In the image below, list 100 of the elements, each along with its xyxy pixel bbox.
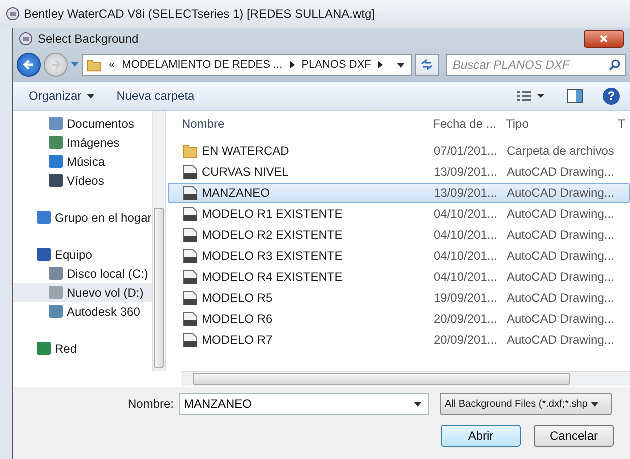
sidebar-item[interactable]: Autodesk 360 (13, 302, 152, 321)
file-date: 19/09/201... (433, 291, 498, 305)
file-date: 07/01/201... (433, 144, 498, 158)
breadcrumb-overflow[interactable]: « (109, 59, 116, 71)
vertical-scrollbar[interactable] (152, 111, 165, 371)
file-type: AutoCAD Drawing... (507, 291, 616, 305)
file-icon (183, 206, 198, 222)
file-row[interactable]: MODELO R7 20/09/201... AutoCAD Drawing... (168, 330, 630, 350)
file-row[interactable]: MANZANEO 13/09/201... AutoCAD Drawing... (168, 183, 630, 203)
sidebar-item[interactable]: Documentos (13, 114, 152, 133)
close-button[interactable] (584, 30, 624, 48)
close-icon (599, 34, 609, 44)
organize-menu[interactable]: Organizar (25, 87, 99, 105)
file-name: MODELO R7 (202, 333, 273, 347)
view-list-icon[interactable] (517, 90, 547, 102)
file-type: AutoCAD Drawing... (507, 207, 616, 221)
file-date: 04/10/201... (433, 228, 498, 242)
file-icon (183, 248, 198, 264)
column-header[interactable]: Nombre (166, 117, 427, 131)
cancel-button[interactable]: Cancelar (534, 425, 614, 447)
chevron-icon[interactable] (290, 61, 295, 69)
column-header[interactable]: Tipo (506, 117, 616, 131)
chevron-icon[interactable] (378, 61, 384, 69)
file-type: AutoCAD Drawing... (507, 228, 616, 242)
refresh-icon (420, 58, 434, 72)
file-name: CURVAS NIVEL (202, 165, 289, 179)
caret-icon (590, 402, 599, 406)
file-date: 20/09/201... (433, 312, 498, 326)
breadcrumb-item[interactable]: MODELAMIENTO DE REDES ... (122, 59, 283, 71)
search-field[interactable]: Buscar PLANOS DXF (446, 54, 626, 76)
forward-arrow-icon (49, 58, 63, 72)
file-date: 20/09/201... (433, 333, 498, 347)
file-row[interactable]: MODELO R2 EXISTENTE 04/10/201... AutoCAD Drawing... (168, 225, 630, 245)
new-folder-button[interactable]: Nueva carpeta (112, 87, 199, 105)
filename-field[interactable]: MANZANEO (179, 393, 429, 415)
caret-icon (86, 94, 95, 98)
file-type: AutoCAD Drawing... (507, 249, 616, 263)
file-date: 04/10/201... (433, 270, 498, 284)
dialog-title: Select Background (38, 32, 139, 46)
sidebar-item[interactable]: Red (13, 339, 152, 358)
file-date: 13/09/201... (433, 186, 498, 200)
file-row[interactable]: MODELO R4 EXISTENTE 04/10/201... AutoCAD Drawing... (168, 267, 630, 287)
file-type: AutoCAD Drawing... (507, 186, 616, 200)
app-logo-icon (19, 32, 33, 46)
file-type: AutoCAD Drawing... (507, 333, 616, 347)
column-header[interactable]: Fecha de ... (427, 117, 506, 131)
file-icon (183, 312, 198, 326)
sidebar-item[interactable]: Grupo en el hogar (13, 208, 152, 227)
file-row[interactable]: EN WATERCAD 07/01/201... Carpeta de archivos (168, 141, 630, 161)
file-type: Carpeta de archivos (507, 144, 616, 158)
file-row[interactable]: MODELO R6 20/09/201... AutoCAD Drawing... (168, 309, 630, 329)
help-button[interactable]: ? (603, 88, 620, 104)
file-name: MANZANEO (202, 186, 270, 200)
address-bar[interactable]: « MODELAMIENTO DE REDES ... PLANOS DXF (82, 54, 412, 76)
sidebar-item[interactable]: Disco local (C:) (13, 264, 152, 283)
file-row[interactable]: MODELO R1 EXISTENTE 04/10/201... AutoCAD Drawing... (168, 204, 630, 224)
sidebar-item[interactable]: Vídeos (13, 171, 152, 190)
app-window-title: Bentley WaterCAD V8i (SELECTseries 1) [REDES SULLANA.wtg] (24, 7, 376, 21)
file-row[interactable]: MODELO R5 19/09/201... AutoCAD Drawing... (168, 288, 630, 308)
folder-icon (183, 144, 198, 158)
breadcrumb-item[interactable]: PLANOS DXF (302, 59, 372, 71)
file-row[interactable]: MODELO R3 EXISTENTE 04/10/201... AutoCAD Drawing... (168, 246, 630, 266)
sidebar-item[interactable]: Música (13, 152, 152, 171)
file-icon (183, 290, 198, 306)
column-header[interactable]: T (616, 117, 626, 131)
file-icon (183, 332, 198, 348)
preview-pane-icon[interactable] (567, 88, 583, 104)
file-date: 13/09/201... (433, 165, 498, 179)
file-icon (183, 164, 198, 180)
open-button[interactable]: Abrir (441, 425, 521, 447)
search-icon (609, 59, 621, 71)
sidebar-item[interactable]: Nuevo vol (D:) (13, 283, 152, 302)
file-name: MODELO R6 (202, 312, 273, 326)
file-icon (183, 186, 198, 200)
refresh-button[interactable] (415, 54, 439, 76)
file-type: AutoCAD Drawing... (507, 165, 616, 179)
sidebar-item[interactable]: Imágenes (13, 133, 152, 152)
caret-icon[interactable] (71, 62, 79, 68)
file-name: EN WATERCAD (202, 144, 290, 158)
filename-label: Nombre: (126, 397, 175, 411)
file-name: MODELO R5 (202, 291, 273, 305)
file-type-dropdown[interactable]: All Background Files (*.dxf;*.shp (440, 393, 612, 415)
dropdown-caret-icon[interactable] (397, 62, 405, 68)
file-name: MODELO R3 EXISTENTE (202, 249, 343, 263)
horizontal-scrollbar[interactable] (181, 371, 630, 386)
file-name: MODELO R1 EXISTENTE (202, 207, 343, 221)
file-type: AutoCAD Drawing... (507, 312, 616, 326)
file-row[interactable]: CURVAS NIVEL 13/09/201... AutoCAD Drawing... (168, 162, 630, 182)
file-name: MODELO R4 EXISTENTE (202, 270, 343, 284)
file-type: AutoCAD Drawing... (507, 270, 616, 284)
back-button[interactable] (17, 53, 41, 77)
file-date: 04/10/201... (433, 249, 498, 263)
back-arrow-icon (22, 58, 36, 72)
file-date: 04/10/201... (433, 207, 498, 221)
file-name: MODELO R2 EXISTENTE (202, 228, 343, 242)
sidebar-item[interactable]: Equipo (13, 245, 152, 264)
file-icon (183, 270, 198, 284)
dropdown-caret-icon[interactable] (414, 402, 422, 407)
file-icon (183, 228, 198, 242)
folder-icon (87, 58, 102, 72)
